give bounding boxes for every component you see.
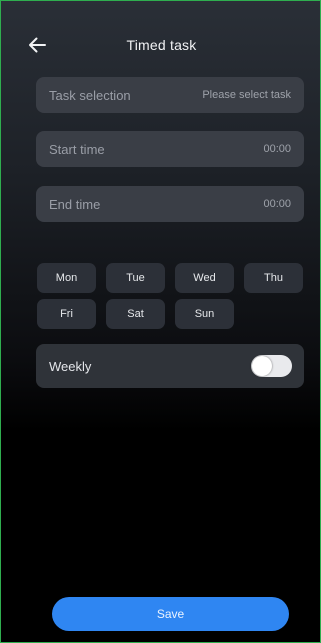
weekly-row: Weekly [36,344,304,388]
task-selection-value: Please select task [202,89,291,101]
start-time-value: 00:00 [263,143,291,155]
weekly-label: Weekly [49,358,92,374]
day-wed-button[interactable]: Wed [175,263,234,293]
start-time-field[interactable]: Start time 00:00 [36,131,304,167]
end-time-label: End time [49,196,101,212]
toggle-knob [252,356,272,376]
day-tue-button[interactable]: Tue [106,263,165,293]
weekly-toggle[interactable] [251,355,292,377]
task-selection-field[interactable]: Task selection Please select task [36,77,304,113]
start-time-label: Start time [49,141,105,157]
day-sun-button[interactable]: Sun [175,299,234,329]
day-mon-button[interactable]: Mon [37,263,96,293]
save-button[interactable]: Save [52,597,289,631]
day-thu-button[interactable]: Thu [244,263,303,293]
task-selection-label: Task selection [49,87,131,103]
day-fri-button[interactable]: Fri [37,299,96,329]
app-frame: Timed task Task selection Please select … [0,0,321,643]
page-title: Timed task [126,37,197,53]
end-time-field[interactable]: End time 00:00 [36,186,304,222]
end-time-value: 00:00 [263,198,291,210]
day-sat-button[interactable]: Sat [106,299,165,329]
